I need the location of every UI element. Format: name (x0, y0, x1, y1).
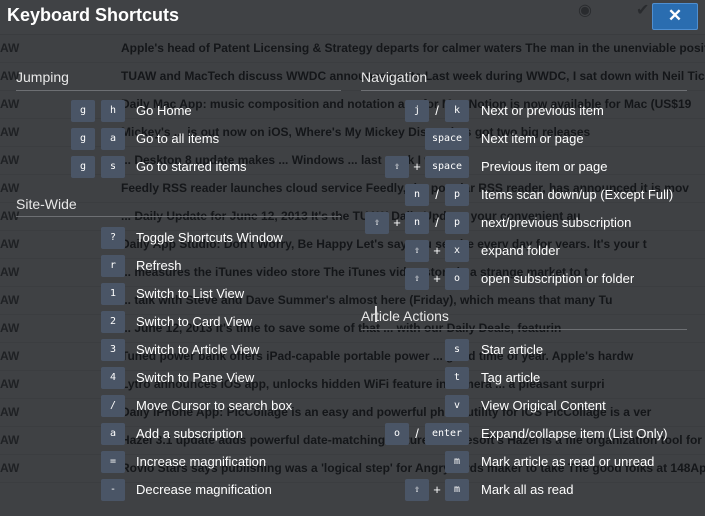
shortcut-description: Mark all as read (481, 482, 574, 497)
section-title-navigation: Navigation (361, 69, 428, 85)
shortcut-key: p (445, 184, 469, 206)
key-separator: / (435, 103, 439, 118)
shortcut-row-article-actions: m Mark article as read or unread (0, 450, 705, 474)
shortcut-key: k (445, 100, 469, 122)
shortcut-description: Expand/collapse item (List Only) (481, 426, 668, 441)
shortcut-row-navigation: o + ⇧ open subscription or folder (0, 267, 705, 291)
shortcut-description: Items scan down/up (Except Full) (481, 187, 674, 202)
key-separator: + (433, 243, 441, 258)
shortcut-key: m (445, 451, 469, 473)
shortcut-key: t (445, 367, 469, 389)
shortcut-key: space (425, 156, 469, 178)
shortcut-key: ⇧ (385, 156, 409, 178)
key-separator: / (435, 215, 439, 230)
shortcut-description: open subscription or folder (481, 271, 635, 286)
shortcut-row-navigation: space Next item or page (0, 127, 705, 151)
shortcut-row-site-wide: 2 Switch to Card View (0, 310, 705, 334)
section-title-jumping: Jumping (16, 69, 69, 85)
shortcut-key: o (445, 268, 469, 290)
shortcut-key: enter (425, 423, 469, 445)
shortcut-key: m (445, 479, 469, 501)
shortcut-description: Tag article (481, 370, 541, 385)
shortcut-key: n (405, 184, 429, 206)
key-separator: / (435, 187, 439, 202)
shortcut-row-navigation: space + ⇧ Previous item or page (0, 155, 705, 179)
shortcut-key: j (405, 100, 429, 122)
key-separator: + (413, 159, 421, 174)
key-separator: + (433, 271, 441, 286)
shortcut-description: Next item or page (481, 131, 584, 146)
shortcut-description: Star article (481, 342, 544, 357)
modal-title: Keyboard Shortcuts (7, 5, 180, 25)
shortcut-key: 2 (101, 311, 125, 333)
shortcut-row-article-actions: m + ⇧ Mark all as read (0, 478, 705, 502)
shortcut-row-article-actions: v View Origical Content (0, 394, 705, 418)
key-separator: / (415, 426, 419, 441)
shortcut-row-navigation: p / n + ⇧ next/previous subscription (0, 211, 705, 235)
shortcut-description: expand folder (481, 243, 560, 258)
shortcut-key: x (445, 240, 469, 262)
shortcut-row-article-actions: s Star article (0, 338, 705, 362)
shortcut-description: Next or previous item (481, 103, 604, 118)
section-divider (16, 90, 341, 91)
shortcut-key: space (425, 128, 469, 150)
shortcut-description: Mark article as read or unread (481, 454, 655, 469)
shortcut-row-article-actions: t Tag article (0, 366, 705, 390)
shortcut-row-navigation: k / j Next or previous item (0, 99, 705, 123)
shortcut-key: v (445, 395, 469, 417)
shortcut-description: next/previous subscription (481, 215, 632, 230)
shortcut-key: ⇧ (405, 268, 429, 290)
keyboard-shortcuts-modal: Keyboard Shortcuts ✕ Jumping Site-Wide N… (0, 0, 705, 516)
shortcut-key: o (385, 423, 409, 445)
shortcut-key: n (405, 212, 429, 234)
shortcut-description: Switch to Card View (136, 314, 253, 329)
shortcut-key: ⇧ (405, 479, 429, 501)
shortcut-row-navigation: p / n Items scan down/up (Except Full) (0, 183, 705, 207)
shortcut-key: ⇧ (405, 240, 429, 262)
key-separator: + (393, 215, 401, 230)
shortcut-description: Previous item or page (481, 159, 608, 174)
shortcut-row-article-actions: enter / o Expand/collapse item (List Only) (0, 422, 705, 446)
shortcut-row-navigation: x + ⇧ expand folder (0, 239, 705, 263)
shortcut-key: s (445, 339, 469, 361)
key-separator: + (433, 482, 441, 497)
shortcut-description: View Origical Content (481, 398, 606, 413)
close-button[interactable]: ✕ (652, 3, 698, 30)
shortcut-key: ⇧ (365, 212, 389, 234)
shortcut-key: p (445, 212, 469, 234)
section-divider (361, 90, 687, 91)
